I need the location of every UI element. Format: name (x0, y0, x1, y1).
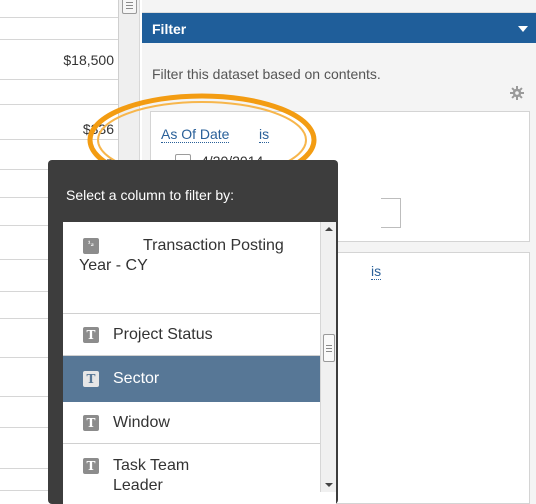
list-item-transaction-posting-year[interactable]: ¹₂ Transaction Posting Year - CY (63, 222, 320, 314)
table-row[interactable]: $336 (0, 105, 118, 140)
list-item-label: Project Status (113, 326, 213, 343)
filter-panel-title: Filter (152, 21, 187, 37)
table-row[interactable] (0, 80, 118, 105)
text-type-icon: T (83, 371, 99, 387)
column-list: ¹₂ Transaction Posting Year - CY T Proje… (63, 222, 336, 504)
filter-field-link[interactable]: As Of Date (161, 126, 230, 143)
list-item-project-status[interactable]: T Project Status (63, 314, 320, 356)
scroll-down-arrow-icon[interactable] (325, 483, 333, 487)
text-type-icon: T (83, 415, 99, 431)
table-cell: $18,500 (63, 52, 114, 68)
table-row[interactable] (0, 18, 118, 40)
scroll-up-arrow-icon[interactable] (325, 227, 333, 231)
filter-text-input[interactable] (381, 198, 401, 228)
gear-icon[interactable] (510, 86, 524, 100)
table-cell: $336 (82, 121, 114, 137)
list-item-window[interactable]: T Window (63, 402, 320, 444)
scrollbar-thumb[interactable] (122, 0, 137, 14)
list-item-label: Sector (113, 370, 160, 387)
list-item-sector[interactable]: T Sector (63, 356, 320, 402)
filter-panel-header[interactable]: Filter (142, 13, 536, 43)
list-item-label: Window (113, 414, 170, 431)
table-row[interactable]: $18,500 (0, 40, 118, 80)
caret-down-icon[interactable] (518, 26, 528, 32)
filter-operator-link[interactable]: is (371, 263, 382, 280)
list-item-label: Transaction Posting Year - CY (79, 237, 284, 274)
column-list-scrollbar[interactable] (320, 222, 336, 492)
scrollbar-thumb[interactable] (323, 334, 335, 362)
text-type-icon: T (83, 327, 99, 343)
filter-operator-link[interactable]: is (259, 126, 270, 143)
list-item-label: Task Team Leader (113, 457, 190, 494)
text-type-icon: T (83, 458, 99, 474)
table-row[interactable] (0, 0, 118, 18)
filter-description: Filter this dataset based on contents. (152, 66, 381, 82)
list-item-task-team-leader[interactable]: T Task Team Leader (63, 444, 320, 504)
column-picker-title: Select a column to filter by: (66, 187, 235, 203)
